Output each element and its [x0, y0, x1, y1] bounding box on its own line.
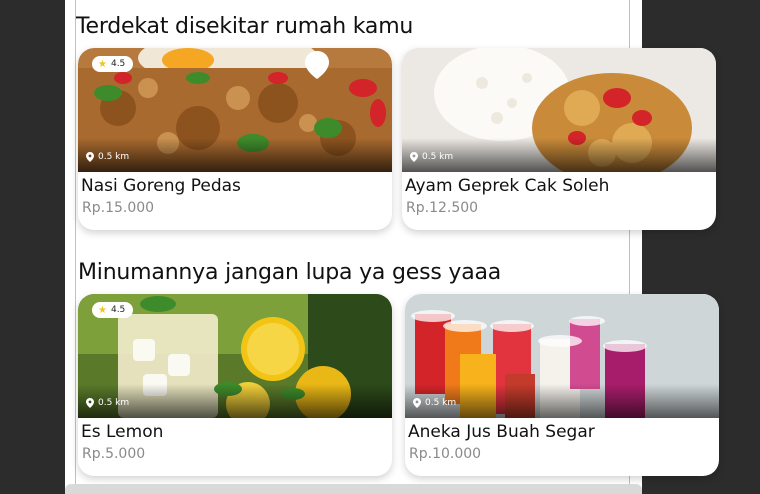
bottom-navigation-bar	[65, 484, 642, 494]
layout-guide-left	[75, 0, 76, 494]
distance-value: 0.5 km	[98, 398, 130, 408]
drink-card-es-lemon[interactable]: ★ 4.5 0.5 km Es Lemon Rp.5.000	[78, 294, 392, 476]
section-title-nearby: Terdekat disekitar rumah kamu	[76, 14, 414, 39]
distance-label: 0.5 km	[410, 152, 453, 162]
location-pin-icon	[86, 398, 94, 408]
section-title-drinks: Minumannya jangan lupa ya gess yaaa	[78, 260, 502, 285]
rating-badge: ★ 4.5	[92, 56, 134, 72]
distance-label: 0.5 km	[86, 398, 129, 408]
star-icon: ★	[98, 58, 107, 70]
food-card-ayam-geprek[interactable]: 0.5 km Ayam Geprek Cak Soleh Rp.12.500	[402, 48, 716, 230]
favorite-pin-icon[interactable]	[304, 50, 330, 80]
drink-name: Es Lemon	[81, 422, 164, 442]
distance-label: 0.5 km	[86, 152, 129, 162]
distance-value: 0.5 km	[422, 152, 454, 162]
distance-value: 0.5 km	[425, 398, 457, 408]
drink-price: Rp.5.000	[82, 446, 146, 462]
distance-label: 0.5 km	[413, 398, 456, 408]
rating-badge: ★ 4.5	[92, 302, 134, 318]
food-price: Rp.15.000	[82, 200, 155, 216]
food-name: Nasi Goreng Pedas	[81, 176, 241, 196]
rating-value: 4.5	[110, 305, 126, 315]
food-name: Ayam Geprek Cak Soleh	[405, 176, 610, 196]
location-pin-icon	[86, 152, 94, 162]
food-card-nasi-goreng[interactable]: ★ 4.5 0.5 km Nasi Goreng Pedas Rp.15.000	[78, 48, 392, 230]
drink-price: Rp.10.000	[409, 446, 482, 462]
drink-card-aneka-jus[interactable]: 0.5 km Aneka Jus Buah Segar Rp.10.000	[405, 294, 719, 476]
location-pin-icon	[410, 152, 418, 162]
drink-name: Aneka Jus Buah Segar	[408, 422, 595, 442]
distance-value: 0.5 km	[98, 152, 130, 162]
food-price: Rp.12.500	[406, 200, 479, 216]
rating-value: 4.5	[110, 59, 126, 69]
location-pin-icon	[413, 398, 421, 408]
star-icon: ★	[98, 304, 107, 316]
